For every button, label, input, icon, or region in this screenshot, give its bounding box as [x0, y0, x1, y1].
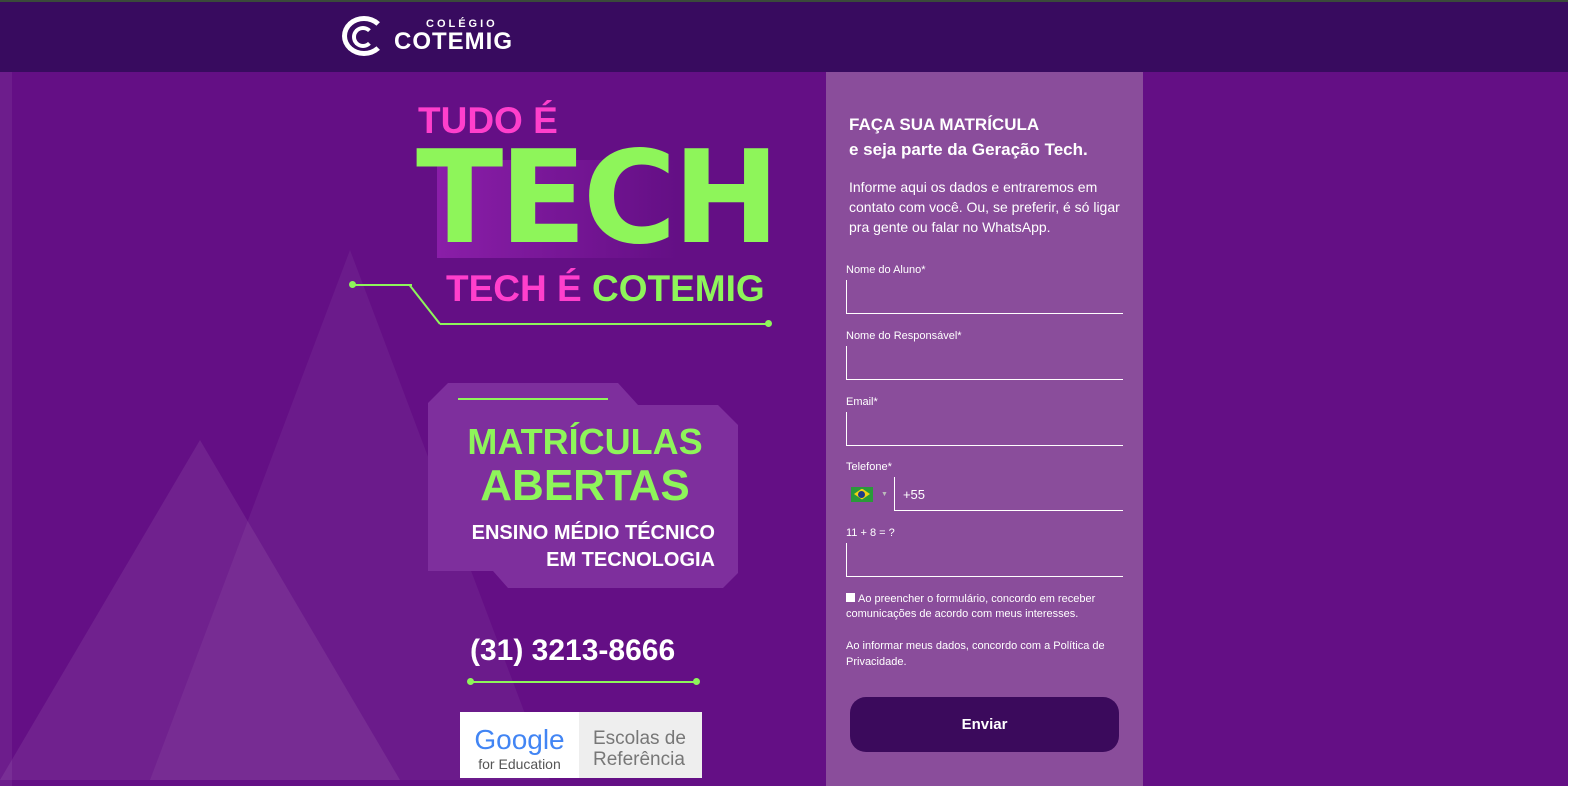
form-intro: Informe aqui os dados e entraremos em co…: [849, 179, 1120, 235]
badge-title: MATRÍCULAS ABERTAS: [430, 423, 740, 511]
submit-button[interactable]: Enviar: [850, 697, 1119, 752]
privacy-notice: Ao informar meus dados, concordo com a P…: [846, 640, 1105, 668]
hero-tech: TECH: [416, 124, 780, 273]
hero-line3: TECH É COTEMIG: [446, 268, 765, 310]
phone-input[interactable]: +55: [893, 477, 1123, 511]
guardian-name-field: Nome do Responsável*: [846, 330, 1123, 380]
email-field: Email*: [846, 396, 1123, 446]
badge-line: [458, 398, 608, 400]
google-for-education-badge: Google for Education Escolas de Referência: [460, 712, 702, 778]
field-label: Nome do Aluno*: [846, 264, 926, 276]
hero-line3-b: COTEMIG: [591, 268, 765, 309]
circuit-line: [352, 284, 412, 286]
form-title-1: FAÇA SUA MATRÍCULA: [849, 115, 1040, 134]
badge-title-2: ABERTAS: [480, 461, 690, 510]
field-label: Email*: [846, 396, 878, 408]
student-name-field: Nome do Aluno*: [846, 264, 1123, 314]
badge-sub-1: ENSINO MÉDIO TÉCNICO: [471, 522, 715, 544]
escolas-line2: Referência: [593, 749, 685, 770]
scrollbar[interactable]: [1568, 0, 1583, 786]
badge-subtitle: ENSINO MÉDIO TÉCNICO EM TECNOLOGIA: [430, 520, 715, 574]
chevron-down-icon[interactable]: ▼: [881, 491, 888, 498]
form-title: FAÇA SUA MATRÍCULA e seja parte da Geraçã…: [849, 112, 1088, 162]
captcha-field: 11 + 8 = ?: [846, 527, 1123, 577]
captcha-input[interactable]: [846, 543, 1123, 577]
cotemig-logo[interactable]: COLÉGIO COTEMIG: [342, 14, 512, 59]
form-title-2: e seja parte da Geração Tech.: [849, 140, 1088, 159]
badge-title-1: MATRÍCULAS: [467, 421, 703, 462]
for-education: for Education: [478, 756, 561, 772]
logo-title: COTEMIG: [394, 28, 513, 55]
brazil-flag-icon[interactable]: [851, 486, 873, 502]
circuit-dot: [693, 678, 700, 685]
header: COLÉGIO COTEMIG: [0, 0, 1568, 72]
student-name-input[interactable]: [846, 280, 1123, 314]
field-label: Telefone*: [846, 461, 892, 473]
email-input[interactable]: [846, 412, 1123, 446]
badge-sub-2: EM TECNOLOGIA: [546, 549, 715, 571]
consent-checkbox[interactable]: [846, 593, 855, 602]
hero-line3-a: TECH É: [446, 268, 582, 309]
field-label: 11 + 8 = ?: [846, 527, 895, 539]
phone-field: Telefone* ▼ +55: [846, 461, 1123, 511]
circuit-line: [440, 323, 768, 325]
google-logo: Google: [474, 724, 565, 755]
circuit-dot: [765, 320, 772, 327]
escolas-line1: Escolas de: [593, 728, 686, 749]
enrollment-form: FAÇA SUA MATRÍCULA e seja parte da Geraçã…: [826, 72, 1143, 786]
field-label: Nome do Responsável*: [846, 330, 962, 342]
consent-label[interactable]: Ao preencher o formulário, concordo em r…: [846, 593, 1095, 620]
logo-ring-icon: [352, 26, 374, 48]
phone-underline: [470, 681, 696, 683]
guardian-name-input[interactable]: [846, 346, 1123, 380]
consent-checkbox-row: Ao preencher o formulário, concordo em r…: [846, 592, 1136, 622]
phone-number[interactable]: (31) 3213-8666: [470, 634, 675, 668]
